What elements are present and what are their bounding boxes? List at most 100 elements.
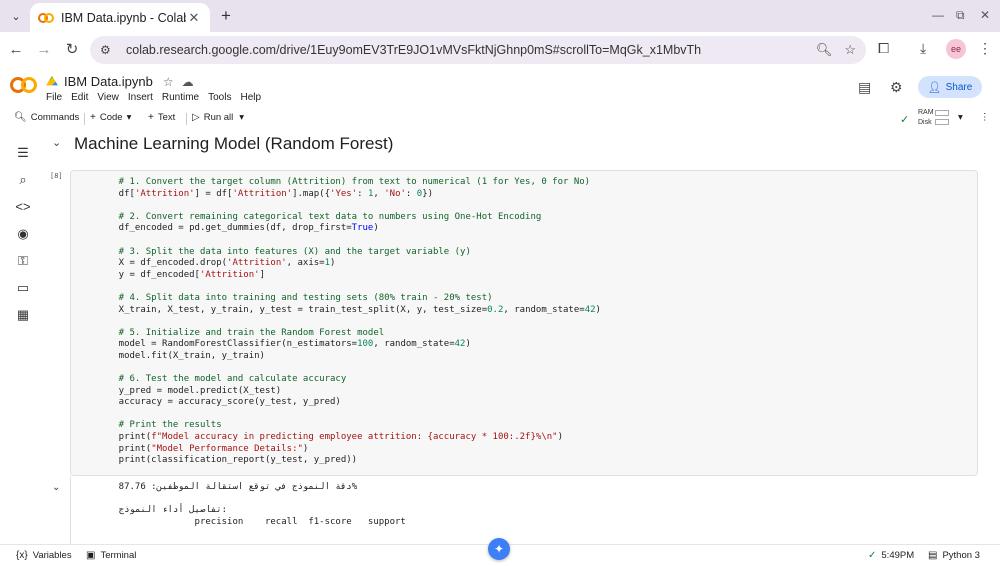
browser-tab[interactable]: IBM Data.ipynb - Colab ✕ <box>30 3 210 32</box>
download-icon[interactable]: ⤓ <box>920 40 926 57</box>
code-line[interactable]: y_pred = model.predict(X_test) <box>97 386 601 398</box>
share-label: Share <box>945 81 973 93</box>
runtime-label: Python 3 <box>942 550 980 561</box>
terminal-icon: ▣ <box>86 550 96 561</box>
add-code-button[interactable]: + Code ▾ <box>90 112 131 123</box>
address-bar[interactable]: ⚙ colab.research.google.com/drive/1Euy9o… <box>90 36 866 64</box>
back-icon[interactable]: ← <box>6 40 26 60</box>
people-icon: 👤︎ <box>927 81 942 94</box>
code-line[interactable]: # 6. Test the model and calculate accura… <box>97 374 601 386</box>
code-line[interactable] <box>97 235 601 247</box>
resource-meter[interactable] <box>935 110 949 128</box>
code-line[interactable]: accuracy = accuracy_score(y_test, y_pred… <box>97 397 601 409</box>
zoom-icon[interactable]: 🔍︎ <box>816 42 833 58</box>
commands-button[interactable]: 🔍︎ Commands <box>14 112 79 123</box>
section-collapse-chevron-icon[interactable]: ⌄ <box>52 136 61 149</box>
share-button[interactable]: 👤︎ Share <box>918 76 982 98</box>
notebook-title[interactable]: IBM Data.ipynb <box>64 74 153 89</box>
url-text[interactable]: colab.research.google.com/drive/1Euy9omE… <box>126 43 804 57</box>
variables-button[interactable]: {x} Variables <box>16 550 72 561</box>
code-line[interactable]: print("Model Performance Details:") <box>97 444 601 456</box>
commands-label: Commands <box>30 112 80 123</box>
table-of-contents-icon[interactable]: ☰ <box>14 144 32 162</box>
menu-edit[interactable]: Edit <box>71 92 88 103</box>
menu-runtime[interactable]: Runtime <box>162 92 199 103</box>
code-line[interactable]: df_encoded = pd.get_dummies(df, drop_fir… <box>97 223 601 235</box>
code-line[interactable] <box>97 409 601 421</box>
close-tab-icon[interactable]: ✕ <box>186 10 202 26</box>
runtime-type[interactable]: ▤ Python 3 <box>928 550 980 561</box>
code-line[interactable] <box>97 316 601 328</box>
output-line: 87.76 :دقة النموذج في توقع استقالة الموظ… <box>97 482 358 492</box>
code-line[interactable]: # 5. Initialize and train the Random For… <box>97 328 601 340</box>
find-replace-icon[interactable]: ⌕ <box>14 171 32 189</box>
code-line[interactable]: X = df_encoded.drop('Attrition', axis=1) <box>97 258 601 270</box>
data-table-icon[interactable]: ▦ <box>14 306 32 324</box>
code-line[interactable]: print(classification_report(y_test, y_pr… <box>97 455 601 467</box>
drive-icon <box>46 76 58 86</box>
output-line: precision recall f1-score support <box>97 516 406 527</box>
minimize-icon[interactable]: — <box>932 8 944 22</box>
code-snippets-icon[interactable]: <> <box>14 198 32 216</box>
close-window-icon[interactable]: ✕ <box>980 8 990 22</box>
code-line[interactable]: print(f"Model accuracy in predicting emp… <box>97 432 601 444</box>
colab-favicon-icon <box>38 12 54 23</box>
add-text-button[interactable]: + Text <box>148 112 175 123</box>
toolbar-divider <box>84 113 85 125</box>
code-line[interactable]: # 1. Convert the target column (Attritio… <box>97 177 601 189</box>
menu-tools[interactable]: Tools <box>208 92 231 103</box>
profile-avatar[interactable]: ee <box>946 39 966 59</box>
forward-icon[interactable]: → <box>34 40 54 60</box>
more-icon[interactable]: ⋮ <box>978 40 992 57</box>
run-all-label: Run all <box>203 112 234 123</box>
bookmark-star-icon[interactable]: ☆ <box>844 42 856 58</box>
variables-eye-icon[interactable]: ◉ <box>14 225 32 243</box>
run-all-button[interactable]: ▷ Run all ▾ <box>192 112 244 123</box>
site-info-icon[interactable]: ⚙ <box>100 43 118 57</box>
menu-help[interactable]: Help <box>240 92 261 103</box>
runtime-chevron-down-icon[interactable]: ▾ <box>958 112 963 123</box>
code-line[interactable]: # 2. Convert remaining categorical text … <box>97 212 601 224</box>
code-line[interactable]: # 4. Split data into training and testin… <box>97 293 601 305</box>
code-line[interactable]: X_train, X_test, y_train, y_test = train… <box>97 305 601 317</box>
restore-icon[interactable]: ⧉ <box>956 8 965 23</box>
menu-view[interactable]: View <box>97 92 119 103</box>
chevron-down-icon[interactable]: ▾ <box>127 112 132 123</box>
notebook-main: ⌄ Machine Learning Model (Random Forest)… <box>44 130 1000 544</box>
extensions-icon[interactable]: ⧠ <box>878 40 889 57</box>
notebook-title-row: IBM Data.ipynb ☆ ☁ <box>46 74 202 89</box>
toolbar-more-icon[interactable]: ⋮ <box>980 112 990 123</box>
gemini-sparkle-icon[interactable]: ✦ <box>488 538 510 560</box>
menu-bar: File Edit View Insert Runtime Tools Help <box>46 92 270 103</box>
last-run-time: ✓ 5:49PM <box>868 550 914 561</box>
output-collapse-chevron-icon[interactable]: ⌄ <box>52 482 60 493</box>
code-line[interactable] <box>97 363 601 375</box>
comment-icon[interactable]: ▤ <box>858 79 871 96</box>
colab-logo-icon[interactable] <box>10 77 38 93</box>
files-folder-icon[interactable]: ▭ <box>14 279 32 297</box>
code-line[interactable]: y = df_encoded['Attrition'] <box>97 270 601 282</box>
code-line[interactable]: # Print the results <box>97 420 601 432</box>
tab-menu-icon[interactable]: ⌄ <box>6 6 26 26</box>
code-editor[interactable]: # 1. Convert the target column (Attritio… <box>97 177 601 467</box>
secrets-key-icon[interactable]: ⚿ <box>14 252 32 270</box>
code-line[interactable]: # 3. Split the data into features (X) an… <box>97 247 601 259</box>
menu-file[interactable]: File <box>46 92 62 103</box>
code-line[interactable]: model = RandomForestClassifier(n_estimat… <box>97 339 601 351</box>
new-tab-button[interactable]: + <box>216 6 236 26</box>
ram-disk-labels[interactable]: RAM Disk <box>918 108 934 128</box>
reload-icon[interactable]: ↻ <box>62 40 82 60</box>
code-line[interactable] <box>97 200 601 212</box>
play-icon: ▷ <box>192 112 200 123</box>
star-icon[interactable]: ☆ <box>163 75 174 89</box>
runtime-icon: ▤ <box>928 550 938 561</box>
code-line[interactable]: model.fit(X_train, y_train) <box>97 351 601 363</box>
disk-label: Disk <box>918 119 932 126</box>
code-line[interactable] <box>97 281 601 293</box>
terminal-button[interactable]: ▣ Terminal <box>86 550 136 561</box>
chevron-down-icon[interactable]: ▾ <box>239 112 244 123</box>
code-line[interactable]: df['Attrition'] = df['Attrition'].map({'… <box>97 189 601 201</box>
code-cell[interactable]: # 1. Convert the target column (Attritio… <box>70 170 978 476</box>
settings-gear-icon[interactable]: ⚙ <box>890 79 903 96</box>
menu-insert[interactable]: Insert <box>128 92 153 103</box>
